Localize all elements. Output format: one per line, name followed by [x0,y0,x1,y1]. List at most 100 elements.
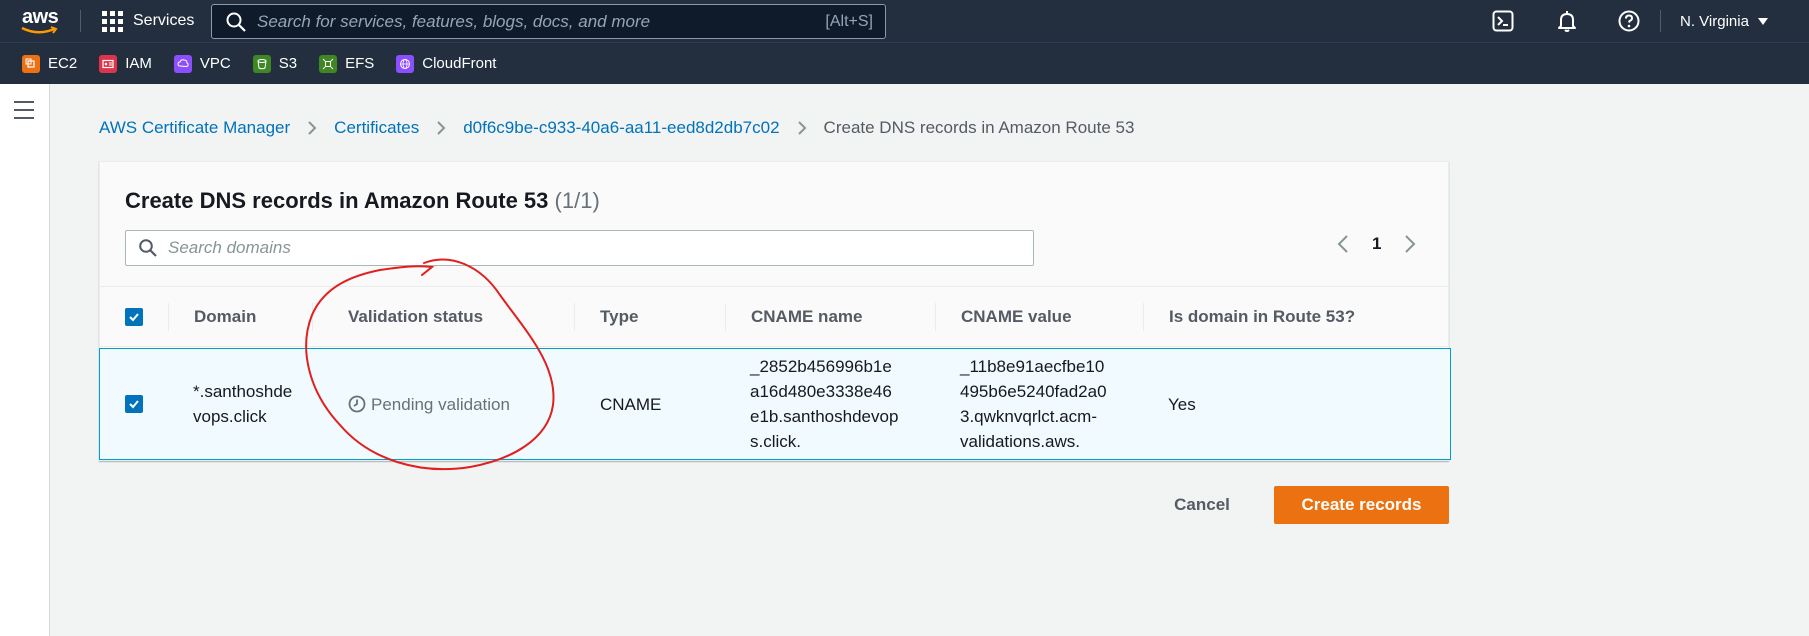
breadcrumb-acm[interactable]: AWS Certificate Manager [99,118,290,138]
column-divider [1143,303,1144,331]
select-all-checkbox[interactable] [125,308,143,326]
cancel-button[interactable]: Cancel [1156,486,1248,524]
column-header-type[interactable]: Type [600,287,638,347]
cloudshell-icon[interactable] [1491,9,1515,33]
region-selector[interactable]: N. Virginia [1680,0,1769,42]
chevron-right-icon [437,121,446,135]
top-navigation: aws Services Search for services, featur… [0,0,1809,42]
check-icon [129,313,139,322]
global-search-placeholder: Search for services, features, blogs, do… [257,11,651,31]
aws-logo[interactable]: aws [20,6,62,36]
favorite-label: EC2 [48,55,78,72]
favorite-ec2[interactable]: EC2 [22,54,78,73]
column-header-domain[interactable]: Domain [194,287,256,347]
column-divider [312,303,313,331]
nav-divider [1660,10,1661,32]
dns-records-panel: Create DNS records in Amazon Route 53 (1… [99,161,1451,461]
selection-count: (1/1) [554,188,600,213]
cname-value-line: 3.qwknvqrlct.acm- [960,407,1097,426]
vpc-icon [173,54,192,73]
create-records-button[interactable]: Create records [1274,486,1449,524]
column-header-validation-status[interactable]: Validation status [348,287,483,347]
pagination: 1 [1336,234,1417,254]
breadcrumb-current-page: Create DNS records in Amazon Route 53 [823,118,1135,137]
cloudfront-icon [396,54,415,73]
side-navigation-rail [0,84,50,636]
check-icon [129,400,139,409]
iam-icon [99,54,118,73]
chevron-right-icon [797,121,806,135]
aws-smile-icon [21,26,58,34]
domain-line: *.santhoshde [193,382,293,401]
caret-down-icon [1757,18,1768,25]
favorite-iam[interactable]: IAM [99,54,152,73]
cell-validation-status: Pending validation [348,349,510,459]
column-header-cname-name[interactable]: CNAME name [751,287,862,347]
favorite-label: IAM [125,55,152,72]
favorites-bar: EC2 IAM VPC S3 EFS CloudFront [0,42,1809,84]
ec2-icon [22,54,40,73]
favorite-s3[interactable]: S3 [252,54,298,73]
efs-icon [319,54,338,73]
chevron-right-icon [308,121,317,135]
favorite-cloudfront[interactable]: CloudFront [396,54,497,73]
page-number[interactable]: 1 [1372,234,1381,254]
column-divider [168,303,169,331]
favorite-label: EFS [345,55,375,72]
favorite-label: S3 [278,55,298,72]
services-label: Services [133,12,195,29]
panel-title-text: Create DNS records in Amazon Route 53 [125,188,549,213]
cname-name-line: _2852b456996b1e [750,357,892,376]
search-shortcut-hint: [Alt+S] [825,12,873,30]
status-text: Pending validation [371,394,510,414]
favorite-vpc[interactable]: VPC [173,54,231,73]
nav-divider [80,10,81,32]
domain-search-input[interactable]: Search domains [125,230,1034,266]
favorite-label: VPC [199,55,231,72]
column-header-cname-value[interactable]: CNAME value [961,287,1072,347]
bell-icon[interactable] [1555,9,1579,33]
cname-name-line: a16d480e3338e46 [750,382,892,401]
column-header-in-route53[interactable]: Is domain in Route 53? [1169,287,1355,347]
grid-icon [102,10,123,32]
search-icon [139,239,157,257]
services-menu-button[interactable]: Services [102,0,194,42]
panel-header: Create DNS records in Amazon Route 53 (1… [100,162,1448,287]
panel-title: Create DNS records in Amazon Route 53 (1… [125,188,600,214]
select-all-checkbox-cell [125,287,143,347]
cell-in-route53: Yes [1168,394,1196,414]
row-checkbox-cell [125,349,143,459]
domain-line: vops.click [193,407,267,426]
cname-value-line: _11b8e91aecfbe10 [960,357,1105,376]
column-divider [935,303,936,331]
table-header: Domain Validation status Type CNAME name… [100,287,1448,347]
cname-value-line: validations.aws. [960,432,1081,451]
chevron-left-icon[interactable] [1336,234,1350,254]
favorite-label: CloudFront [422,55,497,72]
status-pending: Pending validation [348,392,510,417]
cell-cname-name: _2852b456996b1e a16d480e3338e46 e1b.sant… [750,349,898,459]
cell-domain: *.santhoshde vops.click [193,349,292,459]
table-row[interactable]: *.santhoshde vops.click Pending validati… [99,348,1451,460]
row-checkbox[interactable] [125,395,143,413]
breadcrumb-certificate-id[interactable]: d0f6c9be-c933-40a6-aa11-eed8d2db7c02 [463,118,779,138]
breadcrumb: AWS Certificate Manager Certificates d0f… [99,118,1134,138]
region-label: N. Virginia [1680,12,1749,30]
cname-value-line: 495b6e5240fad2a0 [960,382,1107,401]
cell-cname-value: _11b8e91aecfbe10 495b6e5240fad2a0 3.qwkn… [960,349,1107,459]
column-divider [574,303,575,331]
cname-name-line: s.click. [750,432,801,451]
favorite-efs[interactable]: EFS [319,54,375,73]
column-divider [725,303,726,331]
cell-type: CNAME [600,394,662,414]
cname-name-line: e1b.santhoshdevop [750,407,899,426]
help-icon[interactable] [1617,9,1641,33]
domain-search-placeholder: Search domains [168,238,291,257]
search-icon [226,12,246,32]
clock-icon [348,395,366,413]
global-search-input[interactable]: Search for services, features, blogs, do… [211,4,886,39]
menu-icon[interactable] [14,101,34,125]
s3-icon [252,54,271,73]
breadcrumb-certificates[interactable]: Certificates [334,118,419,138]
chevron-right-icon[interactable] [1403,234,1417,254]
